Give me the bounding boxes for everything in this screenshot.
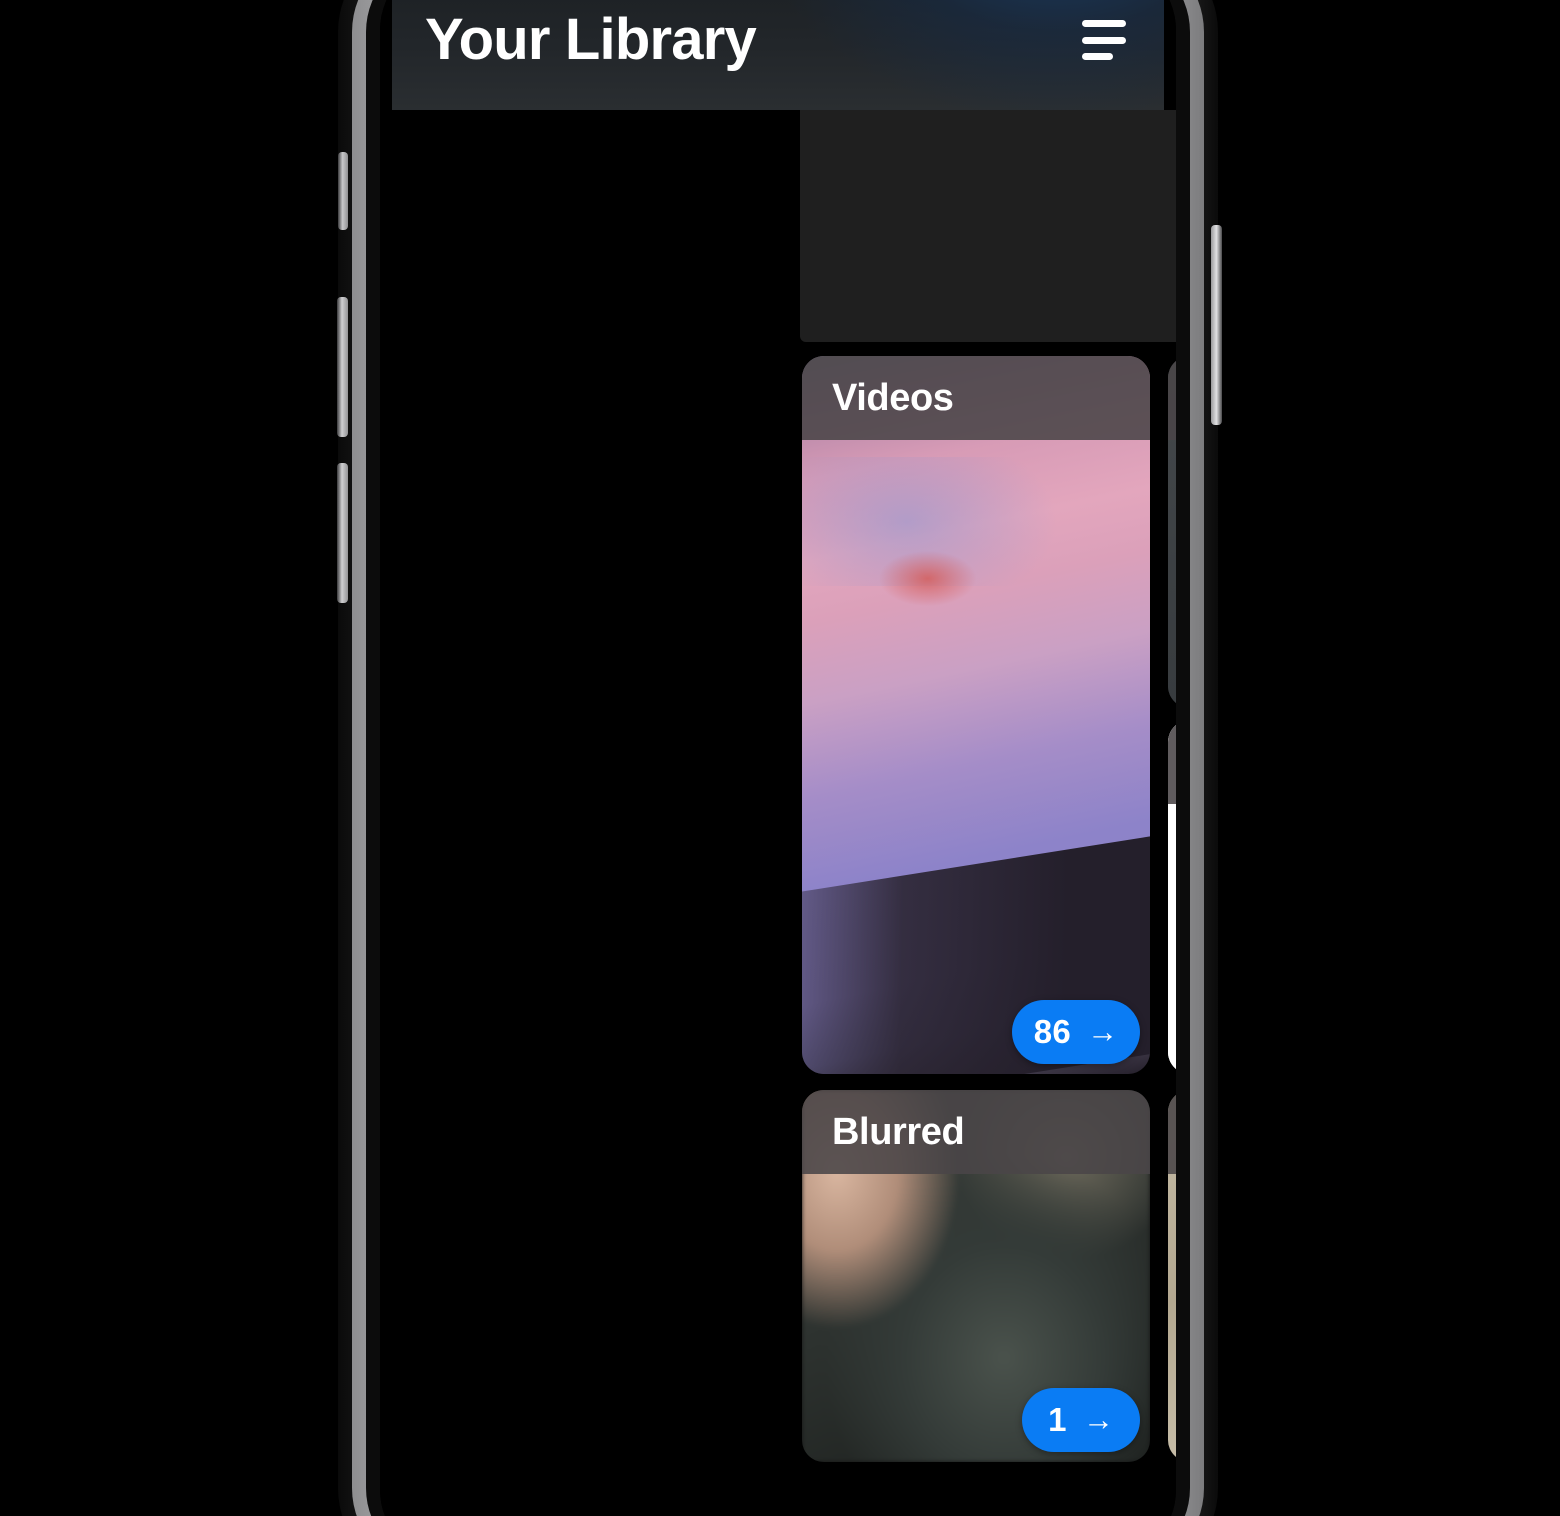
videos-count: 86 (1033, 1013, 1071, 1050)
notes-card-header: Notes (1168, 720, 1176, 804)
videos-card-title: Videos (832, 376, 954, 419)
notes-preview-toolbar (1168, 1052, 1176, 1074)
hamburger-bar-3 (1082, 53, 1113, 60)
library-card-other[interactable]: Other 232 → (1168, 1090, 1176, 1462)
screenshots-card-header: Screenshots (1168, 356, 1176, 440)
app-header: TOTAL: 2,935 PHOTOS Your Library (392, 0, 1164, 110)
blurred-card-title: Blurred (832, 1110, 965, 1153)
library-card-grid: n B9 239 → Videos 86 (380, 0, 1176, 1516)
library-card-notes[interactable]: g Hi Add To Cart Notes 64 → (1168, 720, 1176, 1074)
mute-switch-button[interactable] (338, 152, 348, 230)
phone-screen: n B9 239 → Videos 86 (380, 0, 1176, 1516)
volume-up-button[interactable] (337, 297, 348, 437)
blurred-card-header: Blurred (802, 1090, 1150, 1174)
videos-count-badge[interactable]: 86 → (1011, 1000, 1140, 1064)
hamburger-bar-2 (1082, 36, 1126, 44)
card-top-preview (800, 110, 1176, 342)
blurred-count-badge[interactable]: 1 → (1022, 1388, 1140, 1452)
hamburger-menu-icon[interactable] (1082, 20, 1128, 60)
videos-preview-image (802, 356, 1150, 1074)
library-card-videos[interactable]: Videos 86 → (802, 356, 1150, 1074)
arrow-right-icon: → (1087, 1013, 1118, 1049)
other-card-header: Other (1168, 1090, 1176, 1174)
power-button[interactable] (1211, 225, 1222, 425)
screenshots-preview-copy-account-key-link[interactable]: Copy Account Key (1168, 526, 1176, 544)
videos-card-header: Videos (802, 356, 1150, 440)
arrow-right-icon: → (1082, 1401, 1114, 1437)
blurred-count: 1 (1048, 1401, 1067, 1438)
library-card-screenshots[interactable]: y y in Fantastical's preferences at any … (1168, 356, 1176, 708)
library-card-blurred[interactable]: Blurred 1 → (802, 1090, 1150, 1462)
screenshot-stage: n B9 239 → Videos 86 (0, 0, 1560, 1516)
page-title: Your Library (425, 7, 757, 72)
hamburger-bar-1 (1082, 20, 1126, 27)
photos-library-app: n B9 239 → Videos 86 (380, 0, 1176, 1516)
library-card-top[interactable]: n B9 239 → (800, 110, 1176, 342)
volume-down-button[interactable] (337, 463, 348, 603)
